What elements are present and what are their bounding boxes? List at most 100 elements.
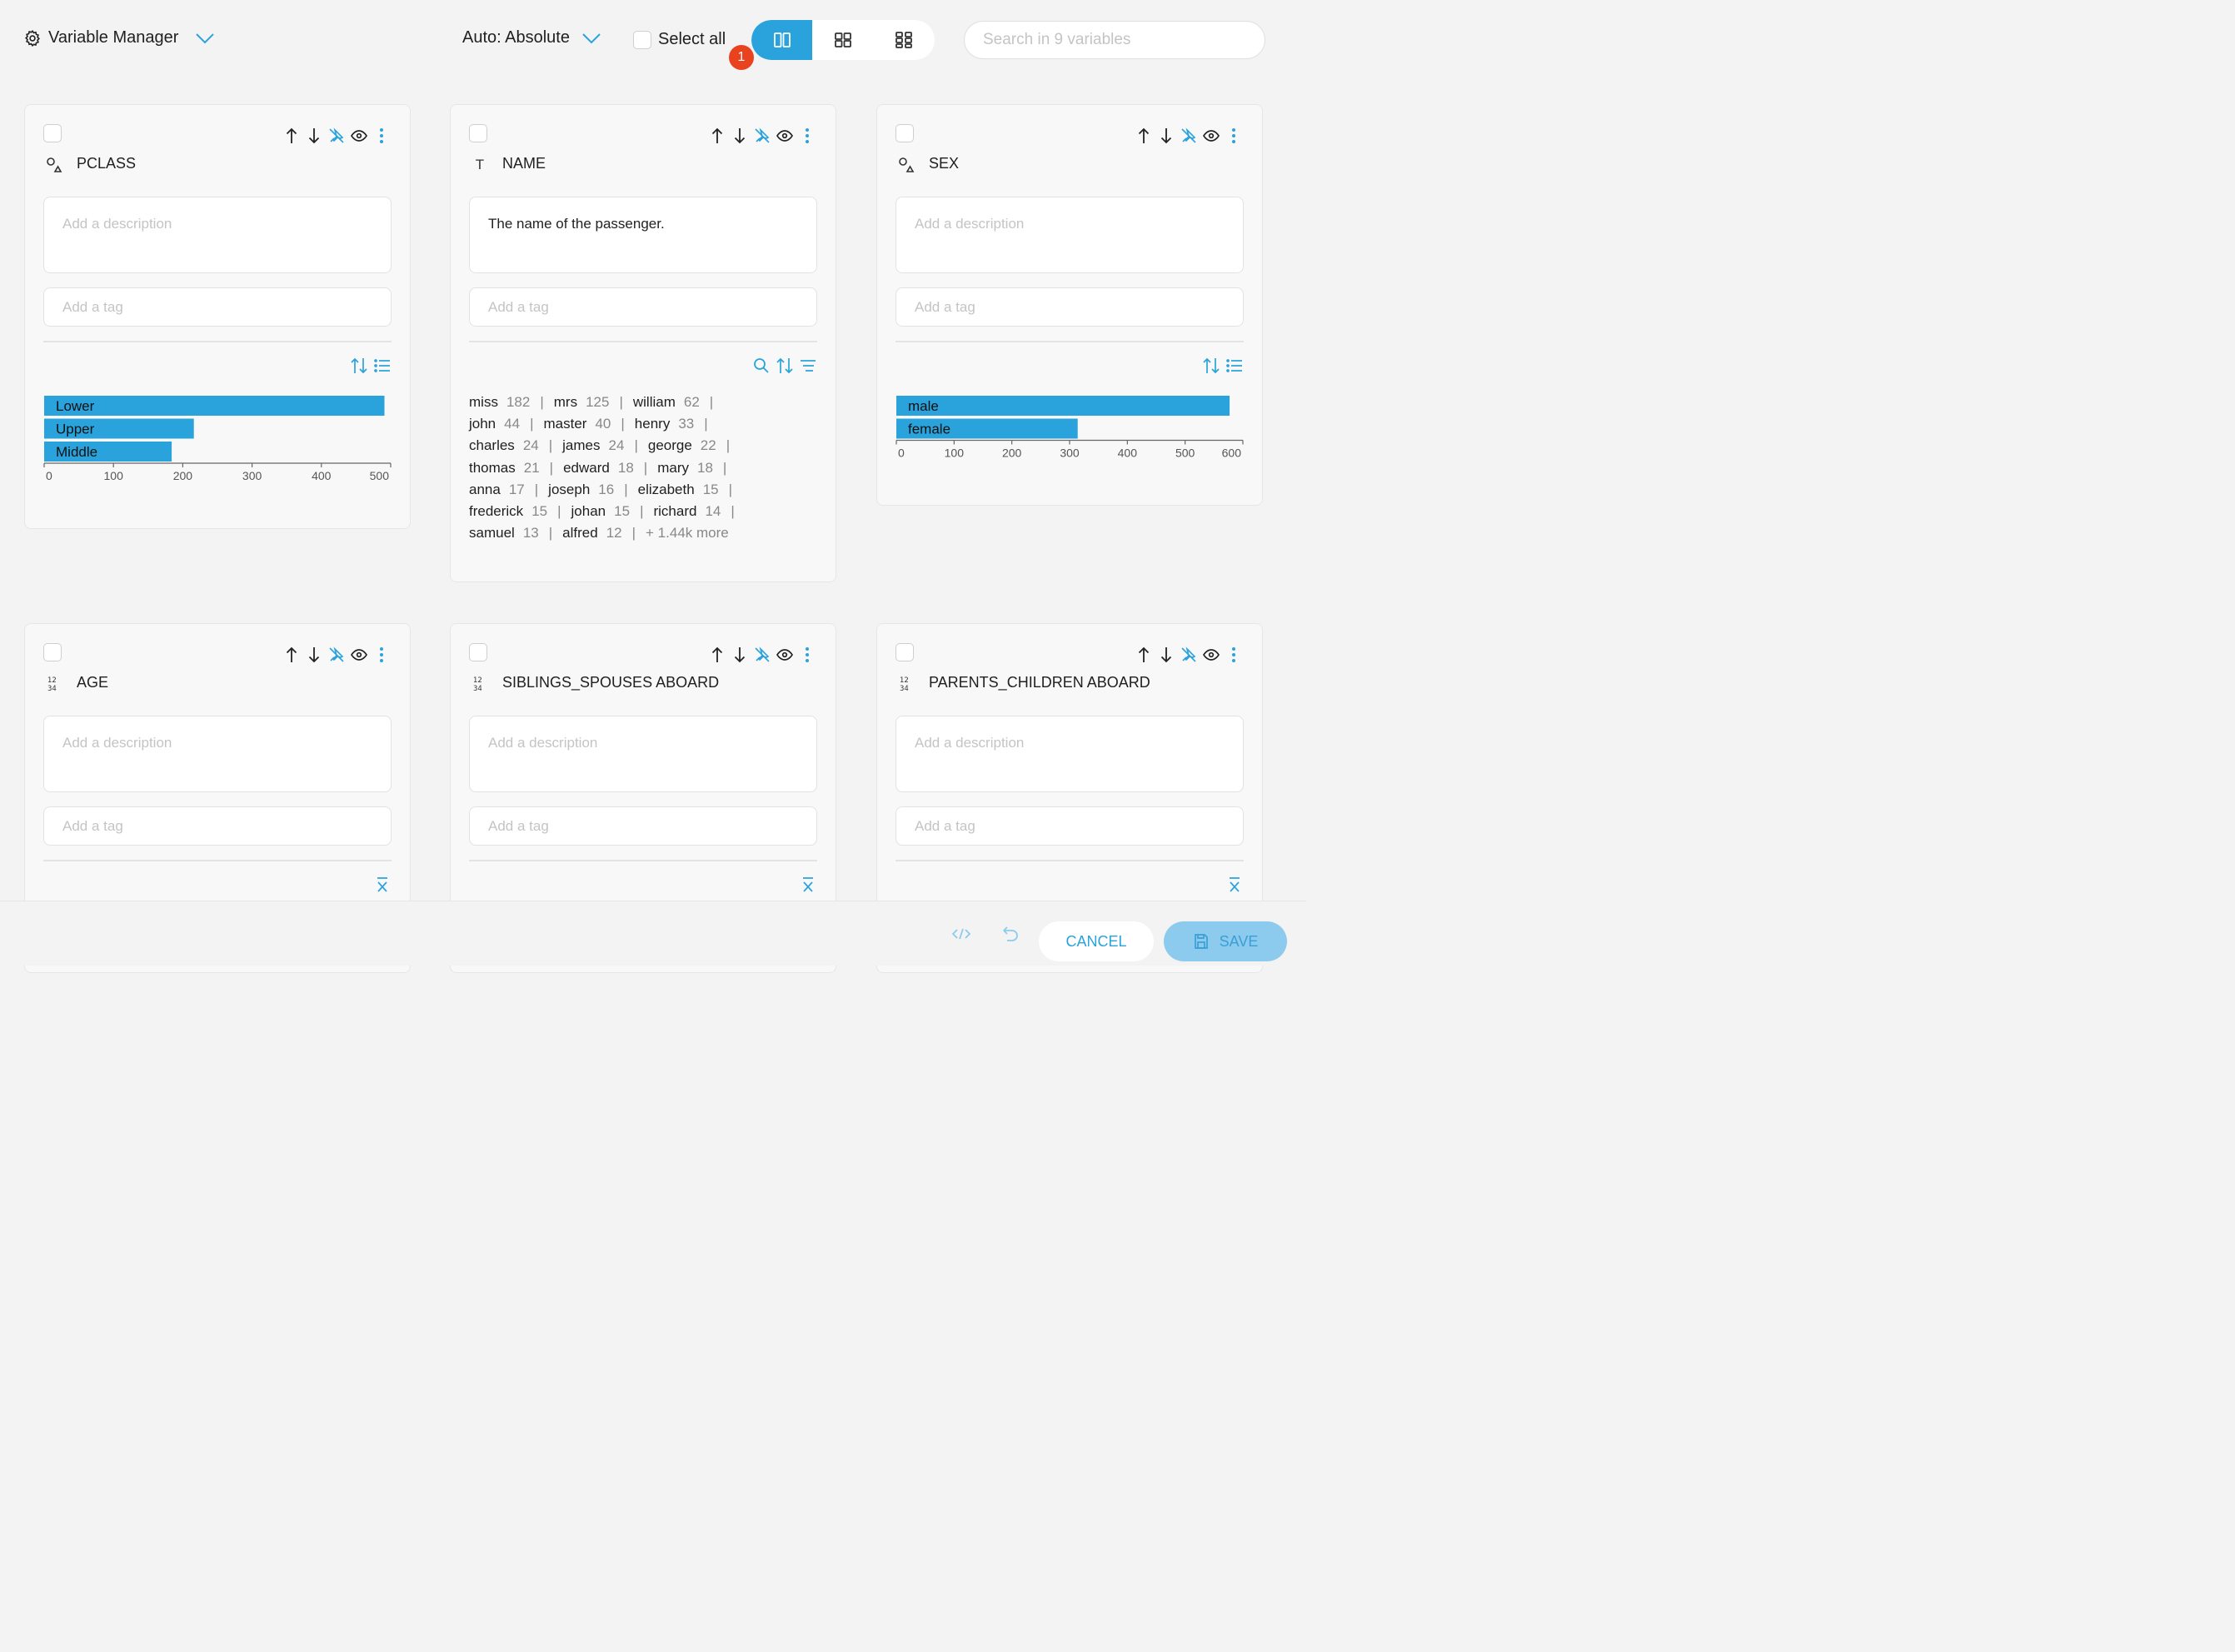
word-text: anna [469,481,501,497]
arrow-up-icon [711,127,723,144]
sort-button[interactable] [776,356,794,376]
code-view-button[interactable] [949,921,974,946]
more-options-button[interactable] [800,645,814,665]
word-row: charles 24 | james 24 | george 22 | [469,435,819,457]
move-down-button[interactable] [307,645,321,665]
word-row: miss 182 | mrs 125 | william 62 | [469,392,819,413]
move-up-button[interactable] [284,645,298,665]
cancel-button[interactable]: CANCEL [1039,921,1154,961]
variable-select-checkbox[interactable] [469,124,487,142]
list-icon [374,358,391,373]
pin-button[interactable] [754,126,770,146]
tag-input[interactable] [895,806,1244,846]
arrow-down-icon [1160,127,1172,144]
tag-input[interactable] [43,806,392,846]
more-options-button[interactable] [800,126,814,146]
pin-button[interactable] [328,126,344,146]
view-grid-button[interactable] [812,20,873,60]
variable-select-checkbox[interactable] [895,124,914,142]
move-up-button[interactable] [284,126,298,146]
search-words-button[interactable] [752,356,771,376]
display-mode-label: Auto: Absolute [462,28,570,47]
more-options-button[interactable] [1226,645,1240,665]
pin-button[interactable] [1180,126,1196,146]
tag-input[interactable] [469,806,817,846]
more-options-button[interactable] [374,645,388,665]
move-up-button[interactable] [710,126,724,146]
word-item: thomas 21 [469,460,540,476]
variable-select-checkbox[interactable] [469,643,487,661]
move-down-button[interactable] [732,645,746,665]
move-down-button[interactable] [1159,126,1173,146]
save-button[interactable]: SAVE [1164,921,1287,961]
sort-button[interactable] [1202,356,1220,376]
more-options-button[interactable] [1226,126,1240,146]
move-up-button[interactable] [1136,645,1150,665]
tag-input[interactable] [469,287,817,327]
description-field[interactable] [43,716,392,792]
variable-name: SIBLINGS_SPOUSES ABOARD [502,674,720,691]
move-down-button[interactable] [1159,645,1173,665]
eye-icon [350,130,367,142]
tag-input[interactable] [895,287,1244,327]
card-tools [1225,875,1244,895]
visibility-button[interactable] [1202,645,1220,665]
statistics-button[interactable] [1225,875,1244,895]
card-tools [1202,356,1244,376]
list-view-button[interactable] [373,356,392,376]
visibility-button[interactable] [350,645,367,665]
description-field[interactable] [469,197,817,273]
pin-button[interactable] [328,645,344,665]
description-field[interactable] [43,197,392,273]
variable-select-checkbox[interactable] [43,124,62,142]
tag-input[interactable] [43,287,392,327]
word-text: samuel [469,525,515,542]
select-all-checkbox[interactable] [633,30,651,49]
statistics-button[interactable] [799,875,817,895]
visibility-button[interactable] [350,126,367,146]
variable-manager-menu[interactable]: Variable Manager [23,28,215,47]
bar[interactable] [44,396,385,416]
word-item: miss 182 [469,394,530,410]
view-two-column-button[interactable] [751,20,813,60]
undo-button[interactable] [997,921,1022,946]
more-words-link[interactable]: + 1.44k more [646,525,729,541]
move-down-button[interactable] [307,126,321,146]
variable-select-checkbox[interactable] [43,643,62,661]
save-icon [1193,933,1210,950]
visibility-button[interactable] [776,126,793,146]
move-down-button[interactable] [732,126,746,146]
variable-name: PCLASS [77,155,137,172]
statistics-button[interactable] [373,875,392,895]
pin-button[interactable] [1180,645,1196,665]
x-tick-label: 300 [1060,447,1080,460]
bar[interactable] [896,396,1230,416]
two-column-layout-icon [773,32,791,48]
select-all-control[interactable]: Select all [633,30,726,49]
x-tick-label: 400 [312,469,332,482]
word-item: frederick 15 [469,503,547,519]
sort-button[interactable] [350,356,368,376]
word-item: edward 18 [563,460,634,476]
description-field[interactable] [895,197,1244,273]
word-count: 15 [702,481,719,497]
pin-button[interactable] [754,645,770,665]
move-up-button[interactable] [1136,126,1150,146]
description-field[interactable] [895,716,1244,792]
view-compact-button[interactable] [874,20,935,60]
search-input[interactable] [964,21,1265,59]
more-options-button[interactable] [374,126,388,146]
variable-name: SEX [929,155,960,172]
list-view-button[interactable] [1225,356,1244,376]
visibility-button[interactable] [776,645,793,665]
move-up-button[interactable] [710,645,724,665]
word-count: 62 [683,394,700,410]
word-separator: | [548,525,553,542]
display-mode-dropdown[interactable]: Auto: Absolute [462,28,601,47]
variable-select-checkbox[interactable] [895,643,914,661]
svg-text:34: 34 [900,685,909,692]
description-field[interactable] [469,716,817,792]
more-vertical-icon [379,127,384,144]
filter-button[interactable] [799,356,817,376]
visibility-button[interactable] [1202,126,1220,146]
